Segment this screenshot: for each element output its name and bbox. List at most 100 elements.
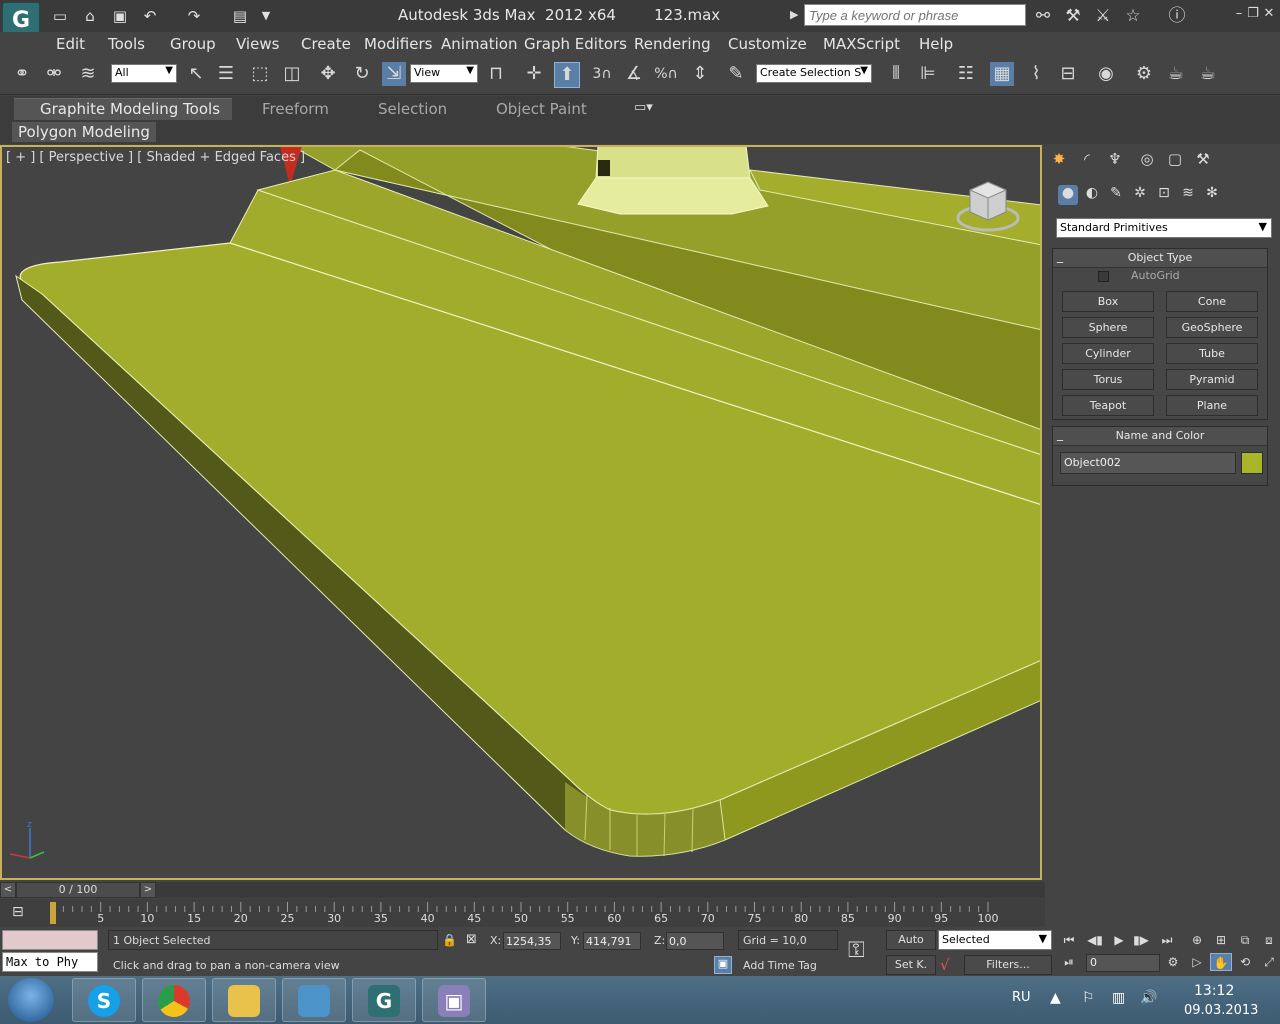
- orbit-icon[interactable]: ⟲: [1234, 953, 1256, 971]
- field-of-view-icon[interactable]: ▷: [1186, 953, 1208, 971]
- quick-access-dropdown-icon[interactable]: ▼: [256, 6, 276, 26]
- menu-graph-editors[interactable]: Graph Editors: [524, 35, 627, 53]
- key-filter-dropdown[interactable]: Selected ▼: [938, 930, 1052, 950]
- new-file-icon[interactable]: ▭: [50, 6, 70, 26]
- object-type-rollout-header[interactable]: _ Object Type: [1053, 249, 1267, 268]
- input-language-indicator[interactable]: RU: [1012, 990, 1031, 1005]
- sphere-button[interactable]: Sphere: [1062, 317, 1154, 338]
- render-production-icon[interactable]: ☕: [1196, 62, 1220, 86]
- rectangular-selection-icon[interactable]: ⬚: [248, 62, 272, 86]
- zoom-extents-icon[interactable]: ⧉: [1234, 931, 1256, 949]
- add-time-tag[interactable]: Add Time Tag: [738, 955, 838, 975]
- go-to-end-icon[interactable]: ⏭: [1156, 931, 1178, 949]
- align-icon[interactable]: ⊫: [916, 62, 940, 86]
- binoculars-icon[interactable]: ⚯: [1032, 5, 1054, 27]
- x-coordinate-field[interactable]: 1254,35: [503, 932, 561, 950]
- named-selection-dropdown[interactable]: Create Selection S ▼: [756, 64, 872, 83]
- hierarchy-panel-icon[interactable]: ♆: [1104, 150, 1126, 170]
- clock-time[interactable]: 13:12: [1194, 983, 1234, 999]
- zoom-all-icon[interactable]: ⊞: [1210, 931, 1232, 949]
- plane-button[interactable]: Plane: [1166, 395, 1258, 416]
- utilities-panel-icon[interactable]: ⚒: [1192, 150, 1214, 170]
- action-center-flag-icon[interactable]: ⚐: [1082, 990, 1095, 1006]
- geometry-icon[interactable]: ●: [1058, 185, 1078, 205]
- select-by-name-icon[interactable]: ☰: [214, 62, 238, 86]
- menu-customize[interactable]: Customize: [728, 35, 807, 53]
- torus-button[interactable]: Torus: [1062, 369, 1154, 390]
- project-folder-icon[interactable]: ▤: [230, 6, 250, 26]
- maximize-viewport-icon[interactable]: ⤢: [1258, 953, 1280, 971]
- z-coordinate-field[interactable]: 0,0: [666, 932, 724, 950]
- select-and-scale-icon[interactable]: ⇲: [382, 62, 406, 86]
- systems-icon[interactable]: ✻: [1202, 185, 1222, 205]
- current-frame-marker[interactable]: [50, 902, 56, 924]
- lights-icon[interactable]: ✎: [1106, 185, 1126, 205]
- motion-panel-icon[interactable]: ◎: [1136, 150, 1158, 170]
- cone-button[interactable]: Cone: [1166, 291, 1258, 312]
- time-slider-track[interactable]: [0, 882, 1045, 898]
- object-color-swatch[interactable]: [1241, 452, 1263, 474]
- auto-key-button[interactable]: Auto: [886, 930, 936, 950]
- layer-manager-icon[interactable]: ☷: [954, 62, 978, 86]
- search-expand-icon[interactable]: ▶: [790, 8, 798, 21]
- y-coordinate-field[interactable]: 414,791: [583, 932, 641, 950]
- create-panel-icon[interactable]: ✸: [1048, 150, 1070, 170]
- schematic-view-icon[interactable]: ⊟: [1056, 62, 1080, 86]
- teapot-button[interactable]: Teapot: [1062, 395, 1154, 416]
- geosphere-button[interactable]: GeoSphere: [1166, 317, 1258, 338]
- next-key-icon[interactable]: ▮▶: [1130, 931, 1152, 949]
- menu-group[interactable]: Group: [170, 35, 216, 53]
- polygon-modeling-panel[interactable]: Polygon Modeling: [12, 122, 156, 142]
- pivot-center-icon[interactable]: ⊓: [484, 62, 508, 86]
- absolute-mode-icon[interactable]: ⊠: [466, 932, 477, 947]
- cylinder-button[interactable]: Cylinder: [1062, 343, 1154, 364]
- rendered-frame-window-icon[interactable]: ☕: [1164, 62, 1188, 86]
- box-button[interactable]: Box: [1062, 291, 1154, 312]
- default-in-out-tangent-icon[interactable]: √: [940, 956, 950, 974]
- select-and-move-icon[interactable]: ✥: [316, 62, 340, 86]
- isolate-selection-icon[interactable]: ▣: [714, 956, 732, 974]
- percent-snap-icon[interactable]: %∩: [654, 62, 678, 86]
- zoom-icon[interactable]: ⊕: [1186, 931, 1208, 949]
- unlink-icon[interactable]: ⚮: [42, 62, 66, 86]
- key-mode-toggle-icon[interactable]: ⏯: [1058, 953, 1080, 971]
- select-and-rotate-icon[interactable]: ↻: [350, 62, 374, 86]
- ribbon-options-icon[interactable]: ▭▾: [634, 100, 653, 115]
- viewport-label[interactable]: [ + ] [ Perspective ] [ Shaded + Edged F…: [6, 150, 305, 165]
- go-to-start-icon[interactable]: ⏮: [1058, 931, 1080, 949]
- window-crossing-icon[interactable]: ◫: [280, 62, 304, 86]
- menu-create[interactable]: Create: [301, 35, 351, 53]
- geometry-category-dropdown[interactable]: Standard Primitives ▼: [1056, 218, 1272, 238]
- set-key-button[interactable]: Set K.: [886, 955, 936, 975]
- skype-taskbar-button[interactable]: S: [72, 978, 136, 1022]
- chrome-taskbar-button[interactable]: [142, 978, 206, 1022]
- search-input[interactable]: [804, 4, 1026, 26]
- menu-tools[interactable]: Tools: [108, 35, 145, 53]
- pan-view-icon[interactable]: ✋: [1210, 953, 1232, 971]
- network-icon[interactable]: ▥: [1112, 990, 1125, 1006]
- select-object-icon[interactable]: ↖: [184, 62, 208, 86]
- pyramid-button[interactable]: Pyramid: [1166, 369, 1258, 390]
- curve-editor-icon[interactable]: ⌇: [1024, 62, 1048, 86]
- name-and-color-rollout-header[interactable]: _ Name and Color: [1053, 427, 1267, 446]
- graphite-toggle-icon[interactable]: ▦: [990, 62, 1014, 86]
- next-frame-arrow-icon[interactable]: >: [140, 882, 156, 898]
- render-setup-icon[interactable]: ⚙: [1132, 62, 1156, 86]
- play-icon[interactable]: ▶: [1108, 931, 1130, 949]
- menu-maxscript[interactable]: MAXScript: [823, 35, 900, 53]
- time-configuration-icon[interactable]: ⚙: [1162, 953, 1184, 971]
- object-name-field[interactable]: Object002: [1060, 452, 1236, 474]
- time-slider-thumb[interactable]: 0 / 100: [16, 882, 140, 898]
- selection-lock-icon[interactable]: 🔒: [442, 933, 457, 947]
- maxscript-mini-listener[interactable]: Max to Phy: [2, 952, 98, 972]
- media-app-taskbar-button[interactable]: ▣: [422, 978, 486, 1022]
- tab-selection[interactable]: Selection: [378, 100, 447, 118]
- volume-icon[interactable]: 🔊: [1140, 990, 1157, 1006]
- photo-viewer-taskbar-button[interactable]: [282, 978, 346, 1022]
- menu-modifiers[interactable]: Modifiers: [364, 35, 432, 53]
- edit-named-selection-icon[interactable]: ✎: [724, 62, 748, 86]
- undo-icon[interactable]: ↶: [140, 6, 160, 26]
- tube-button[interactable]: Tube: [1166, 343, 1258, 364]
- menu-views[interactable]: Views: [236, 35, 279, 53]
- selection-filter-dropdown[interactable]: All ▼: [111, 64, 177, 83]
